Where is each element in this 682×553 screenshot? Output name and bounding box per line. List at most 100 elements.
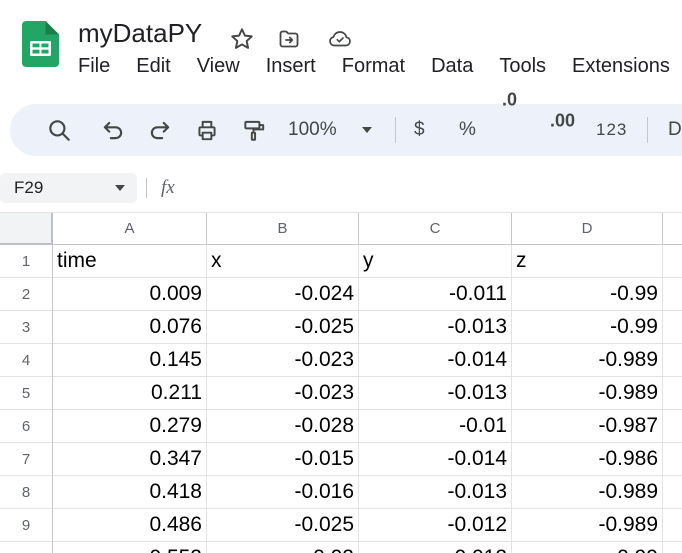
cell[interactable]: time	[53, 245, 207, 278]
table-row: 2 0.009 -0.024 -0.011 -0.99	[0, 278, 682, 311]
cell[interactable]: -0.986	[512, 443, 663, 476]
cell[interactable]: -0.025	[207, 311, 359, 344]
cell[interactable]: -0.989	[512, 377, 663, 410]
row-header[interactable]: 9	[0, 509, 53, 542]
cell[interactable]: 0.347	[53, 443, 207, 476]
cell[interactable]	[663, 443, 682, 476]
name-box[interactable]: F29	[0, 173, 137, 203]
table-row: 5 0.211 -0.023 -0.013 -0.989	[0, 377, 682, 410]
cell[interactable]: 0.009	[53, 278, 207, 311]
cell[interactable]: -0.99	[512, 311, 663, 344]
cell[interactable]: -0.989	[512, 509, 663, 542]
cell[interactable]: -0.989	[512, 344, 663, 377]
redo-icon[interactable]	[147, 117, 173, 143]
sheets-logo-icon[interactable]	[22, 21, 59, 67]
zoom-dropdown-caret-icon[interactable]	[362, 127, 372, 133]
cell[interactable]: -0.987	[512, 410, 663, 443]
cell[interactable]: -0.024	[207, 278, 359, 311]
undo-icon[interactable]	[100, 117, 126, 143]
cell[interactable]: -0.025	[207, 509, 359, 542]
row-header[interactable]: 5	[0, 377, 53, 410]
cell[interactable]: -0.015	[207, 443, 359, 476]
cell[interactable]	[663, 245, 682, 278]
toolbar: 100% $ % .0← .00→ 123 De	[10, 104, 682, 156]
cell[interactable]	[663, 311, 682, 344]
cell[interactable]: 0.279	[53, 410, 207, 443]
menu-insert[interactable]: Insert	[266, 55, 316, 78]
cell[interactable]: 0.211	[53, 377, 207, 410]
cell[interactable]: -0.023	[207, 344, 359, 377]
cell[interactable]: x	[207, 245, 359, 278]
print-icon[interactable]	[194, 117, 220, 143]
cell[interactable]: -0.01	[359, 410, 512, 443]
cell[interactable]: 0.076	[53, 311, 207, 344]
row-header[interactable]: 2	[0, 278, 53, 311]
cell[interactable]: -0.989	[512, 476, 663, 509]
cell[interactable]: -0.012	[359, 509, 512, 542]
cell[interactable]	[663, 509, 682, 542]
table-row: 4 0.145 -0.023 -0.014 -0.989	[0, 344, 682, 377]
row-header[interactable]: 10	[0, 542, 53, 553]
row-header[interactable]: 8	[0, 476, 53, 509]
menu-view[interactable]: View	[197, 55, 240, 78]
row-header[interactable]: 7	[0, 443, 53, 476]
decrease-decimal-button[interactable]: .0←	[502, 90, 682, 111]
table-row: 9 0.486 -0.025 -0.012 -0.989	[0, 509, 682, 542]
cell[interactable]: -0.014	[359, 344, 512, 377]
formula-input[interactable]	[190, 173, 680, 203]
menu-edit[interactable]: Edit	[136, 55, 170, 78]
cell[interactable]: -0.028	[207, 410, 359, 443]
format-percent-button[interactable]: %	[459, 119, 476, 141]
cell[interactable]: -0.012	[359, 542, 512, 553]
cell[interactable]: -0.013	[359, 311, 512, 344]
row-header[interactable]: 3	[0, 311, 53, 344]
row-header[interactable]: 6	[0, 410, 53, 443]
column-header-a[interactable]: A	[53, 213, 207, 245]
cell[interactable]	[663, 344, 682, 377]
cell[interactable]: y	[359, 245, 512, 278]
cell[interactable]: -0.016	[207, 476, 359, 509]
cell[interactable]: 0.418	[53, 476, 207, 509]
cell[interactable]: -0.013	[359, 377, 512, 410]
menu-format[interactable]: Format	[342, 55, 405, 78]
star-icon[interactable]	[229, 26, 255, 52]
cloud-status-icon[interactable]	[326, 27, 354, 51]
cell[interactable]	[663, 377, 682, 410]
menu-tools[interactable]: Tools	[499, 55, 546, 78]
select-all-corner[interactable]	[0, 213, 53, 245]
cell[interactable]: 0.486	[53, 509, 207, 542]
table-row: 3 0.076 -0.025 -0.013 -0.99	[0, 311, 682, 344]
cell[interactable]	[663, 410, 682, 443]
cell[interactable]: -0.013	[359, 476, 512, 509]
row-header[interactable]: 1	[0, 245, 53, 278]
zoom-select[interactable]: 100%	[288, 119, 337, 141]
column-header-row: A B C D	[0, 213, 682, 245]
cell[interactable]: -0.99	[512, 542, 663, 553]
menu-extensions[interactable]: Extensions	[572, 55, 670, 78]
column-header-e[interactable]	[663, 213, 682, 245]
font-select[interactable]: De	[668, 119, 682, 141]
column-header-d[interactable]: D	[512, 213, 663, 245]
move-folder-icon[interactable]	[276, 27, 302, 51]
column-header-c[interactable]: C	[359, 213, 512, 245]
paint-format-icon[interactable]	[241, 117, 267, 143]
row-header[interactable]: 4	[0, 344, 53, 377]
cell[interactable]: z	[512, 245, 663, 278]
cell[interactable]	[663, 278, 682, 311]
document-title[interactable]: myDataPY	[78, 18, 202, 49]
menu-file[interactable]: File	[78, 55, 110, 78]
cell[interactable]	[663, 542, 682, 553]
cell[interactable]	[663, 476, 682, 509]
more-formats-button[interactable]: 123	[596, 120, 627, 140]
cell[interactable]: -0.02	[207, 542, 359, 553]
column-header-b[interactable]: B	[207, 213, 359, 245]
cell[interactable]: -0.023	[207, 377, 359, 410]
cell[interactable]: 0.552	[53, 542, 207, 553]
cell[interactable]: 0.145	[53, 344, 207, 377]
format-currency-button[interactable]: $	[414, 119, 425, 141]
cell[interactable]: -0.99	[512, 278, 663, 311]
cell[interactable]: -0.011	[359, 278, 512, 311]
search-icon[interactable]	[46, 117, 72, 143]
menu-data[interactable]: Data	[431, 55, 473, 78]
cell[interactable]: -0.014	[359, 443, 512, 476]
